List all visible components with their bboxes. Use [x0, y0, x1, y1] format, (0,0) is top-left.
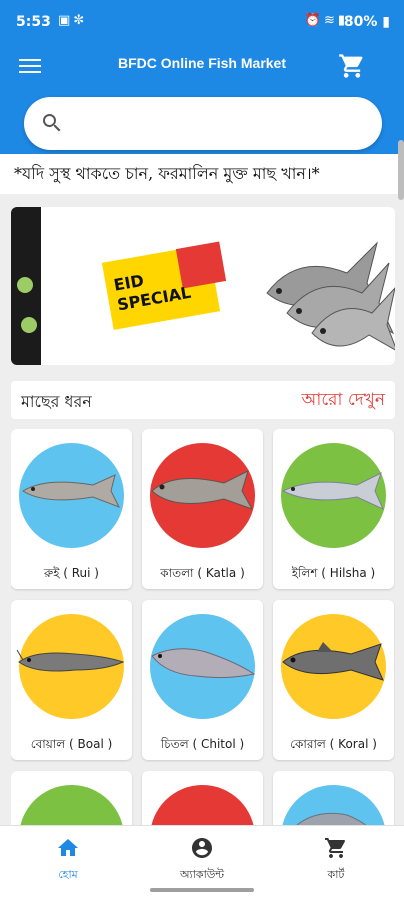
scrollbar[interactable] [398, 140, 404, 200]
rui-fish-image [22, 474, 121, 508]
see-more-link[interactable]: আরো দেখুন [302, 387, 386, 415]
fish-label: চিতল ( Chitol ) [160, 737, 245, 751]
cart-icon [325, 838, 346, 858]
app-bar: BFDC Online Fish Market [0, 44, 404, 98]
fish-card-row3-3[interactable] [273, 771, 394, 825]
fish-image [296, 812, 367, 825]
fish-types-header: মাছের ধরন আরো দেখুন [11, 381, 395, 419]
fish-circle [19, 785, 124, 825]
fish-card-hilsha[interactable]: ইলিশ ( Hilsha ) [273, 429, 394, 589]
nav-cart-label: কার্ট [327, 868, 345, 881]
banner-fish-image [266, 241, 395, 351]
katla-fish-image [151, 470, 254, 510]
fish-label: ইলিশ ( Hilsha ) [291, 566, 376, 580]
marquee-notice: *যদি সুস্থ থাকতে চান, ফরমালিন মুক্ত মাছ … [0, 154, 404, 194]
wifi-icon: ≋ [323, 13, 338, 28]
battery-level: 80% ▮ [343, 14, 390, 30]
nav-account[interactable]: অ্যাকাউন্ট [152, 836, 252, 885]
settings-icon: ✼ [73, 13, 88, 28]
fish-card-rui[interactable]: রুই ( Rui ) [11, 429, 132, 589]
status-bar: 5:53 ▣✼ ⏰≋▮ 80% ▮ [0, 0, 404, 44]
system-icons: ⏰≋▮ [305, 13, 348, 28]
alarm-icon: ⏰ [304, 13, 324, 28]
fish-card-boal[interactable]: বোয়াল ( Boal ) [11, 600, 132, 760]
promo-banner[interactable]: EID SPECIAL [11, 207, 395, 365]
photo-icon: ▣ [58, 13, 74, 28]
chitol-fish-image [151, 648, 256, 679]
fish-type-grid: রুই ( Rui ) কাতলা ( Katla ) ইলিশ ( Hilsh… [11, 429, 395, 825]
nav-cart[interactable]: কার্ট [286, 836, 386, 885]
search-bar[interactable] [24, 97, 382, 150]
status-time: 5:53 [16, 14, 51, 30]
fish-label: বোয়াল ( Boal ) [30, 737, 113, 751]
nav-home[interactable]: হোম [18, 836, 118, 885]
section-title: মাছের ধরন [21, 392, 92, 411]
fish-card-chitol[interactable]: চিতল ( Chitol ) [142, 600, 263, 760]
fish-card-koral[interactable]: কোরাল ( Koral ) [273, 600, 394, 760]
gesture-home-bar[interactable] [150, 888, 254, 892]
cart-icon[interactable] [338, 52, 366, 80]
home-icon [58, 839, 78, 856]
fish-card-row3-2[interactable] [142, 771, 263, 825]
search-icon [43, 114, 61, 132]
fish-card-katla[interactable]: কাতলা ( Katla ) [142, 429, 263, 589]
fish-label: কাতলা ( Katla ) [160, 566, 245, 580]
koral-fish-image [282, 642, 384, 681]
account-icon [192, 838, 212, 858]
fish-circle [150, 785, 255, 825]
battery-icon: ▮ [382, 14, 390, 30]
nav-home-label: হোম [58, 868, 78, 881]
fish-label: কোরাল ( Koral ) [290, 737, 377, 751]
fish-label: রুই ( Rui ) [44, 566, 99, 580]
fish-card-row3-1[interactable] [11, 771, 132, 825]
notification-icons: ▣✼ [58, 13, 87, 28]
search-input[interactable] [76, 109, 366, 137]
boal-fish-image [16, 649, 125, 672]
nav-account-label: অ্যাকাউন্ট [179, 868, 224, 881]
banner-left-image [11, 207, 41, 365]
hilsha-fish-image [281, 472, 384, 511]
